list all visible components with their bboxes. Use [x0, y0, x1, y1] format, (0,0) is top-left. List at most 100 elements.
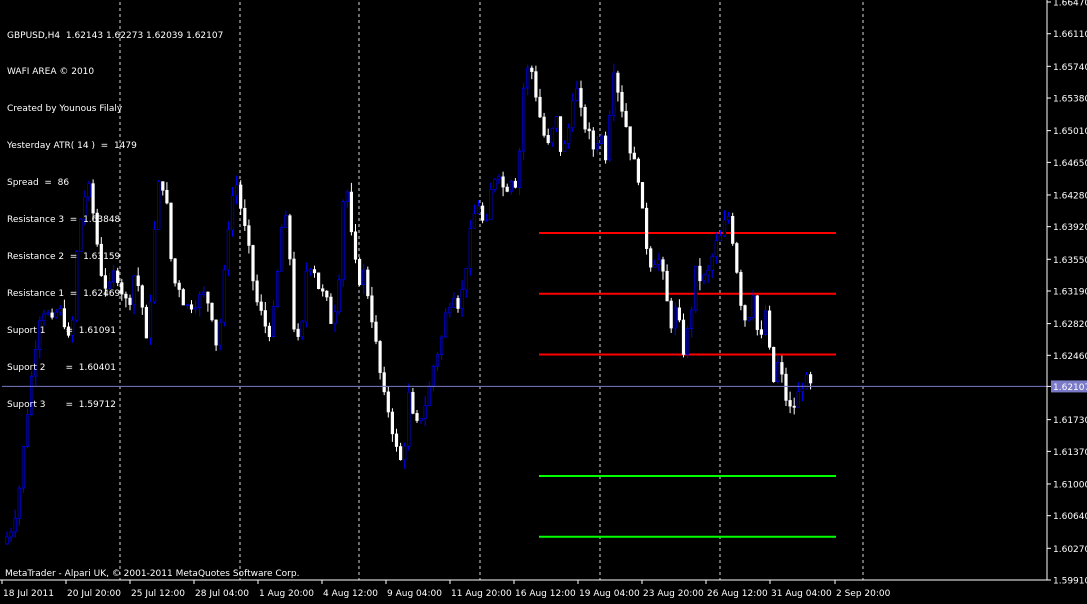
candle-body — [456, 298, 460, 309]
candle-body — [530, 67, 534, 72]
x-tick-label: 2 Sep 20:00 — [836, 589, 891, 599]
candle-body — [300, 321, 304, 337]
candle-body — [583, 107, 587, 130]
candle-body — [476, 205, 481, 214]
candle-body — [608, 114, 612, 161]
candle-body — [468, 228, 472, 269]
copyright-notice: MetaTrader - Alpari UK, © 2001-2011 Meta… — [5, 569, 300, 579]
candle-body — [636, 158, 640, 183]
candle-body — [567, 127, 571, 144]
candle-body — [362, 269, 366, 285]
candle-body — [731, 215, 735, 244]
candle-body — [370, 295, 374, 323]
candle-body — [255, 280, 259, 303]
x-axis-labels: 18 Jul 2011 20 Jul 20:00 25 Jul 12:00 28 Ju… — [1, 580, 891, 599]
candle-body — [485, 219, 489, 221]
candle-body — [489, 189, 493, 220]
candle-body — [13, 517, 17, 533]
indicator-info-panel: GBPUSD,H4 1.62143 1.62273 1.62039 1.6210… — [7, 5, 223, 423]
candle-body — [251, 245, 255, 282]
candle-body — [275, 270, 280, 307]
candle-body — [509, 180, 513, 192]
candle-body — [366, 269, 370, 297]
candle-body — [9, 531, 13, 538]
candle-body — [480, 205, 485, 221]
candle-body — [759, 329, 763, 335]
candle-body — [296, 328, 300, 337]
y-tick-label: 1.65740 — [1053, 63, 1087, 73]
symbol-header: GBPUSD,H4 1.62143 1.62273 1.62039 1.6210… — [7, 30, 224, 41]
candle-body — [493, 178, 497, 190]
candle-body — [378, 341, 382, 373]
candle-body — [788, 400, 792, 407]
candle-body — [644, 207, 649, 249]
x-tick-label: 28 Jul 04:00 — [195, 589, 249, 599]
y-axis-labels: 1.66470 1.66110 1.65740 1.65380 1.65010 1.646… — [1047, 0, 1087, 587]
x-tick-label: 25 Jul 12:00 — [131, 589, 185, 599]
candle-body — [591, 130, 595, 150]
candle-body — [763, 310, 768, 335]
candle-body — [423, 405, 427, 419]
x-tick-label: 11 Aug 20:00 — [451, 589, 512, 599]
candle-body — [439, 336, 444, 355]
indicator-author: Created by Younous Filaly — [7, 104, 123, 115]
candle-body — [562, 143, 567, 152]
candle-body — [595, 143, 599, 150]
candle-body — [230, 195, 235, 231]
candle-body — [321, 288, 325, 292]
candle-body — [419, 418, 423, 421]
y-tick-label: 1.65010 — [1053, 127, 1087, 137]
candle-body — [800, 388, 804, 392]
candle-body — [333, 311, 337, 324]
x-tick-label: 4 Aug 12:00 — [323, 589, 378, 599]
candle-body — [751, 295, 755, 318]
candle-body — [628, 126, 632, 154]
candle-body — [755, 295, 759, 330]
indicator-title: WAFI AREA © 2010 — [7, 67, 95, 78]
candle-body — [726, 215, 731, 221]
x-tick-label: 23 Aug 20:00 — [643, 589, 704, 599]
candle-body — [620, 91, 624, 112]
candle-body — [735, 243, 739, 273]
candle-body — [767, 310, 772, 348]
candle-body — [505, 186, 509, 192]
candle-body — [280, 227, 284, 272]
candle-body — [653, 264, 657, 268]
candle-body — [669, 300, 673, 329]
resistance-1-value: Resistance 1 = 1.62469 — [7, 288, 121, 299]
atr-value: Yesterday ATR( 14 ) = 1479 — [7, 141, 137, 152]
candle-body — [624, 110, 628, 127]
candle-body — [226, 229, 231, 271]
candle-body — [521, 87, 526, 152]
candle-body — [353, 231, 358, 260]
candle-body — [599, 135, 604, 145]
candle-body — [341, 201, 345, 281]
candle-body — [714, 240, 718, 257]
candle-body — [796, 391, 800, 408]
candle-body — [661, 259, 665, 272]
candle-body — [681, 319, 686, 355]
candle-body — [235, 184, 239, 197]
x-tick-label: 31 Aug 04:00 — [771, 589, 832, 599]
candle-body — [657, 259, 661, 265]
candle-body — [312, 269, 317, 274]
candle-body — [222, 269, 226, 323]
candle-body — [435, 354, 440, 367]
candle-body — [739, 272, 743, 306]
y-tick-label: 1.62107 — [1053, 383, 1087, 393]
candle-body — [407, 391, 411, 447]
support-1-value: Suport 1 = 1.61091 — [7, 325, 116, 336]
candle-body — [612, 72, 616, 116]
candle-body — [304, 270, 308, 323]
candle-body — [784, 373, 788, 401]
y-tick-label: 1.60640 — [1053, 512, 1087, 522]
candle-body — [534, 71, 538, 98]
candle-body — [464, 268, 468, 290]
candle-body — [558, 116, 563, 152]
candle-body — [694, 265, 698, 311]
candle-body — [431, 365, 436, 387]
candle-body — [448, 306, 452, 314]
candle-body — [665, 270, 669, 302]
candle-body — [386, 391, 390, 413]
candle-body — [640, 182, 645, 209]
